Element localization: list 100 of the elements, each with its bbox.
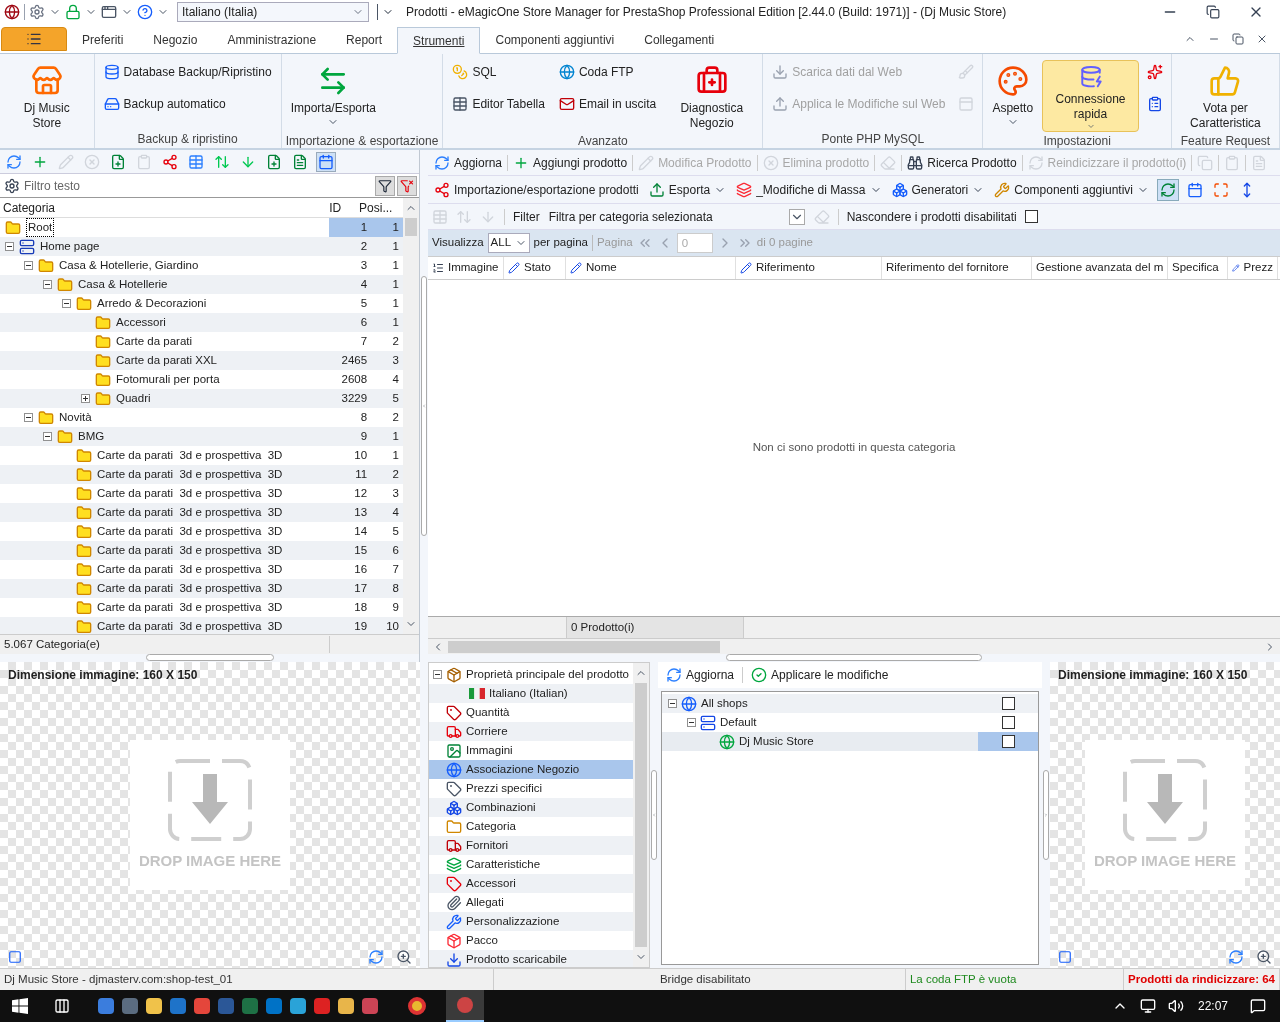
ribbon-button[interactable]: Backup automatico xyxy=(98,92,277,116)
category-row[interactable]: Carte da parati 3d e prospettiva 3D 13 4 xyxy=(0,503,403,522)
property-item[interactable]: Corriere xyxy=(429,722,633,741)
category-row[interactable]: Quadri 3229 5 xyxy=(0,389,403,408)
ribbon-tab[interactable]: Negozio xyxy=(138,26,213,53)
category-name: Quadri xyxy=(116,390,151,406)
ribbon-button[interactable]: Aspetto xyxy=(987,60,1039,132)
category-row[interactable]: BMG 9 1 xyxy=(0,427,403,446)
status-text: Prodotti da rindicizzare: 64 xyxy=(1128,971,1275,987)
column-header[interactable]: Nome xyxy=(566,257,736,279)
group-label: Importazione & esportazione xyxy=(285,133,439,150)
refresh-button[interactable]: Aggiorna xyxy=(662,666,739,684)
ribbon-button[interactable]: Connessione rapida xyxy=(1042,60,1139,132)
category-name: Home page xyxy=(40,238,100,254)
category-id: 3 xyxy=(360,257,368,273)
category-name: Carte da parati 3d e prospettiva 3D xyxy=(97,599,283,615)
category-row[interactable]: Casa & Hotellerie 4 1 xyxy=(0,275,403,294)
paging-label: per pagina xyxy=(533,235,588,251)
ribbon-tab[interactable]: Collegamenti xyxy=(629,26,730,53)
category-row[interactable]: Carte da parati 3d e prospettiva 3D 17 8 xyxy=(0,579,403,598)
ribbon-tab[interactable]: Preferiti xyxy=(67,26,139,53)
category-id: 15 xyxy=(354,542,368,558)
filter-select[interactable]: Filtra per categoria selezionata xyxy=(547,206,806,227)
property-item[interactable]: Prodotto scaricabile xyxy=(429,950,633,967)
category-id: 18 xyxy=(354,599,368,615)
category-position: 4 xyxy=(392,371,399,387)
product-count: 0 Prodotto(i) xyxy=(566,617,744,638)
apply-button[interactable]: Applicare le modifiche xyxy=(747,666,893,684)
category-name: Carte da parati 3d e prospettiva 3D xyxy=(97,523,283,539)
page-label: Pagina xyxy=(596,235,633,251)
toolbar-button[interactable]: Aggiungi prodotto xyxy=(511,153,630,172)
ribbon-button[interactable]: Email in uscita xyxy=(553,92,662,116)
ribbon-button[interactable]: Dj Music Store xyxy=(4,60,90,132)
shop-name: All shops xyxy=(701,695,748,711)
ribbon-button[interactable]: Diagnostica Negozio xyxy=(665,60,759,132)
column-header[interactable]: Gestione avanzata del m xyxy=(1032,257,1168,279)
group-label: Ponte PHP MySQL xyxy=(821,131,925,148)
category-row[interactable]: Home page 2 1 xyxy=(0,237,403,256)
ribbon-button[interactable]: Editor Tabella xyxy=(447,92,550,116)
category-id: 16 xyxy=(354,561,368,577)
shop-row[interactable]: All shops xyxy=(662,694,1038,713)
page-count: di 0 pagine xyxy=(756,235,814,251)
toolbar-button[interactable]: Esporta xyxy=(646,178,729,201)
category-name: Carte da parati 3d e prospettiva 3D xyxy=(97,580,283,596)
column-header[interactable]: Immagine xyxy=(428,257,504,279)
category-position: 1 xyxy=(392,428,399,444)
category-name: Accessori xyxy=(116,314,166,330)
toolbar-button[interactable]: Importazione/esportazione prodotti xyxy=(432,178,641,201)
ribbon-tab[interactable]: Amministrazione xyxy=(212,26,332,53)
ribbon-button[interactable]: SQL xyxy=(447,60,550,84)
ribbon-tab[interactable]: Strumenti xyxy=(397,27,481,54)
category-id: 9 xyxy=(360,428,368,444)
ribbon-tab[interactable]: Componenti aggiuntivi xyxy=(480,26,630,53)
per-page-select[interactable]: ALL xyxy=(487,233,530,253)
category-row[interactable]: Accessori 6 1 xyxy=(0,313,403,332)
category-id: 14 xyxy=(354,523,368,539)
column-header[interactable]: Riferimento xyxy=(736,257,882,279)
column-header[interactable]: Stato xyxy=(504,257,566,279)
property-item[interactable]: Combinazioni xyxy=(429,798,633,817)
category-row[interactable]: Carte da parati 3d e prospettiva 3D 19 10 xyxy=(0,617,403,634)
property-item[interactable]: Associazione Negozio xyxy=(429,760,633,779)
category-row[interactable]: Carte da parati 3d e prospettiva 3D 15 6 xyxy=(0,541,403,560)
column-header[interactable]: Prezz xyxy=(1228,257,1278,279)
toolbar-button[interactable]: Aggiorna xyxy=(432,153,505,172)
category-count: 5.067 Categoria(e) xyxy=(0,635,330,654)
toolbar-button[interactable]: Ricerca Prodotto xyxy=(905,153,1019,172)
property-item[interactable]: Accessori xyxy=(429,874,633,893)
category-id: 2465 xyxy=(341,352,368,368)
ribbon-button[interactable]: Database Backup/Ripristino xyxy=(98,60,277,84)
category-position: 2 xyxy=(392,409,399,425)
category-name: Carte da parati 3d e prospettiva 3D xyxy=(97,542,283,558)
drop-text: DROP IMAGE HERE xyxy=(138,850,282,871)
category-position: 8 xyxy=(392,580,399,596)
category-row[interactable]: Carte da parati XXL 2465 3 xyxy=(0,351,403,370)
category-row[interactable]: Carte da parati 3d e prospettiva 3D 11 2 xyxy=(0,465,403,484)
ribbon-tab[interactable]: Report xyxy=(331,26,398,53)
property-item[interactable]: Italiano (Italian) xyxy=(429,684,633,703)
column-header[interactable]: Riferimento del fornitore xyxy=(882,257,1032,279)
toolbar-button[interactable]: Componenti aggiuntivi xyxy=(992,178,1151,201)
category-id: 1 xyxy=(360,219,368,235)
status-text: Bridge disabilitato xyxy=(659,971,751,987)
language-select[interactable]: Italiano (Italia) xyxy=(177,2,369,22)
paging-label: Visualizza xyxy=(432,235,484,251)
shop-row[interactable]: Dj Music Store xyxy=(662,732,1038,751)
image-drop-area[interactable]: Dimensione immagine: 160 X 150 DROP IMAGE HERE xyxy=(1050,662,1280,968)
toolbar-button[interactable]: Generatori xyxy=(889,178,987,201)
ribbon-button[interactable]: Coda FTP xyxy=(553,60,662,84)
column-header[interactable]: Specifica xyxy=(1168,257,1228,279)
toolbar-button[interactable]: _Modifiche di Massa xyxy=(734,178,884,201)
category-id: 6 xyxy=(360,314,368,330)
ribbon-button[interactable]: Importa/Esporta xyxy=(285,60,381,132)
empty-message: Non ci sono prodotti in questa categoria xyxy=(752,440,956,456)
property-item[interactable]: Personalizzazione xyxy=(429,912,633,931)
category-position: 1 xyxy=(392,238,399,254)
ribbon-button[interactable]: Vota per Caratteristica xyxy=(1175,60,1275,132)
image-drop-area[interactable]: Dimensione immagine: 160 X 150 DROP IMAGE HERE xyxy=(0,662,420,968)
property-item[interactable]: Fornitori xyxy=(429,836,633,855)
image-size-label: Dimensione immagine: 160 X 150 xyxy=(1057,667,1249,684)
filter-field[interactable]: Filtro testo xyxy=(24,176,375,195)
category-id: 4 xyxy=(360,276,368,292)
